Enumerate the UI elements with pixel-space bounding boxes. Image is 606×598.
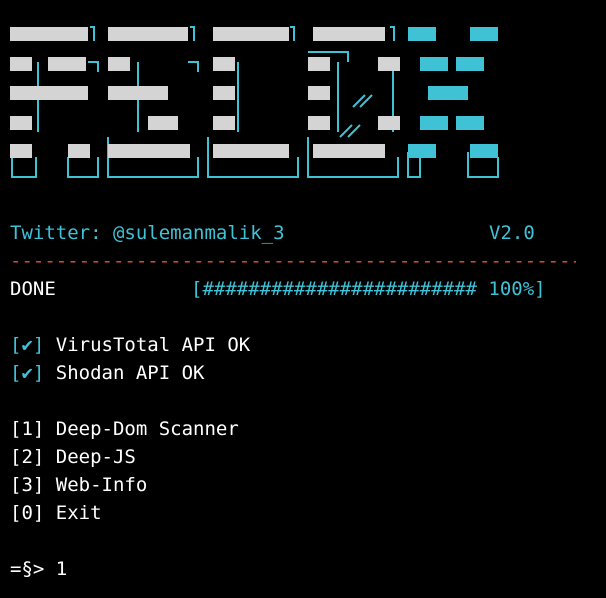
check-shodan: [✔] Shodan API OK: [10, 362, 204, 384]
terminal-window: Twitter: @sulemanmalik_3 V2.0 ----------…: [0, 0, 606, 598]
menu-label: Web-Info: [44, 474, 148, 496]
check-virustotal: [✔] VirusTotal API OK: [10, 334, 250, 356]
prompt-symbol: =§>: [10, 558, 45, 580]
menu-item-web-info[interactable]: [3] Web-Info: [10, 474, 147, 496]
check-text: VirusTotal API OK: [44, 334, 251, 356]
status-label: DONE: [10, 278, 56, 300]
menu-label: Deep-JS: [44, 446, 136, 468]
menu-key: [1]: [10, 418, 45, 440]
check-mark-icon: [✔]: [10, 362, 45, 384]
version-label: V2.0: [489, 222, 535, 244]
menu-label: Exit: [44, 502, 102, 524]
menu-item-deep-js[interactable]: [2] Deep-JS: [10, 446, 136, 468]
menu-item-exit[interactable]: [0] Exit: [10, 502, 102, 524]
progress-bar: [######################## 100%]: [191, 278, 546, 300]
prompt-input[interactable]: 1: [44, 558, 67, 580]
menu-key: [2]: [10, 446, 45, 468]
twitter-handle: Twitter: @sulemanmalik_3: [10, 222, 285, 244]
divider-line: ----------------------------------------…: [10, 250, 576, 272]
ascii-logo-banner: [10, 26, 499, 178]
command-prompt[interactable]: =§> 1: [10, 558, 67, 580]
check-text: Shodan API OK: [44, 362, 205, 384]
menu-key: [0]: [10, 502, 45, 524]
check-mark-icon: [✔]: [10, 334, 45, 356]
menu-label: Deep-Dom Scanner: [44, 418, 239, 440]
menu-key: [3]: [10, 474, 45, 496]
menu-item-deep-dom-scanner[interactable]: [1] Deep-Dom Scanner: [10, 418, 239, 440]
